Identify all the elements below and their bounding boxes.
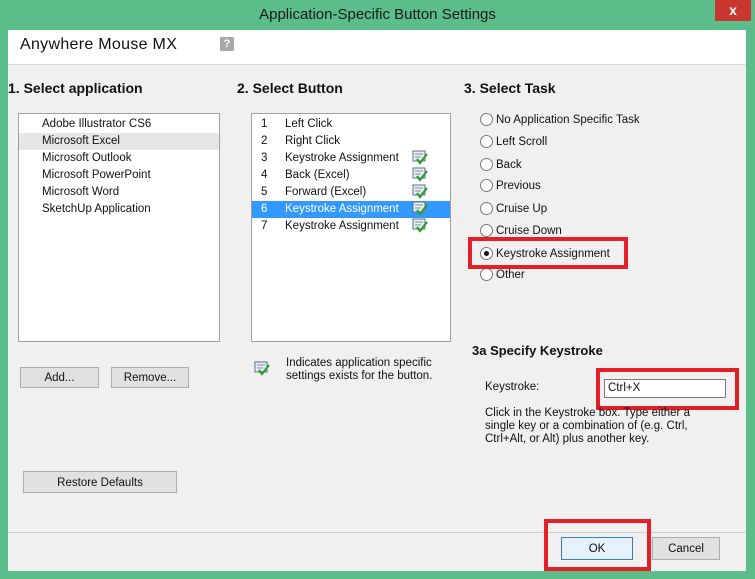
task-option-label: Other [496,269,525,281]
button-number: 4 [261,169,268,181]
button-list[interactable]: 1 Left Click 2 Right Click 3 Keystroke Assign… [251,113,451,342]
application-list[interactable]: Adobe Illustrator CS6 Microsoft Excel Micr… [18,113,220,342]
application-list-item[interactable]: Microsoft Excel [19,133,219,150]
cancel-button[interactable]: Cancel [652,537,720,560]
legend-text-line2: settings exists for the button. [286,370,433,382]
keystroke-help-line3: Ctrl+Alt, or Alt) plus another key. [485,433,650,445]
button-number: 5 [261,186,268,198]
button-label: Right Click [285,135,340,147]
button-label: Keystroke Assignment [285,152,399,164]
select-task-title: 3. Select Task [464,80,556,96]
ok-button-highlight [544,519,651,571]
application-list-item[interactable]: Microsoft Word [19,184,219,201]
button-list-item[interactable]: 2 Right Click [252,133,450,150]
specific-settings-icon [412,184,428,199]
specific-settings-icon [412,167,428,182]
button-label: Forward (Excel) [285,186,367,198]
radio-button[interactable] [480,224,493,237]
button-number: 2 [261,135,268,147]
radio-button[interactable] [480,113,493,126]
keystroke-label: Keystroke: [485,381,540,393]
app-name: Anywhere Mouse MX [20,36,178,53]
keystroke-input-highlight [596,368,739,410]
button-list-item[interactable]: 3 Keystroke Assignment [252,150,450,167]
application-list-item[interactable]: Microsoft Outlook [19,150,219,167]
remove-button[interactable]: Remove... [111,367,189,388]
dialog-client: Anywhere Mouse MX ? 1. Select applicatio… [8,30,746,571]
help-icon[interactable]: ? [220,37,234,51]
task-option-label: Left Scroll [496,136,548,148]
button-list-item[interactable]: 6 Keystroke Assignment [252,201,450,218]
add-button[interactable]: Add... [20,367,99,388]
radio-button[interactable] [480,135,493,148]
select-button-title: 2. Select Button [237,80,343,96]
button-list-item[interactable]: 4 Back (Excel) [252,167,450,184]
task-option-label: Back [496,159,522,171]
button-number: 1 [261,118,268,130]
keystroke-assignment-highlight [468,237,628,269]
dialog-header: Anywhere Mouse MX ? [8,30,746,65]
task-option-label: Cruise Up [496,203,548,215]
button-list-item[interactable]: 7 Keystroke Assignment [252,218,450,235]
application-list-item[interactable]: Microsoft PowerPoint [19,167,219,184]
select-application-title: 1. Select application [8,80,143,96]
button-number: 7 [261,220,268,232]
specific-settings-icon [412,218,428,233]
close-icon: x [729,2,737,18]
button-label: Back (Excel) [285,169,350,181]
specify-keystroke-title: 3a Specify Keystroke [472,343,603,358]
legend-text-line1: Indicates application specific [286,357,432,369]
radio-button[interactable] [480,158,493,171]
radio-button[interactable] [480,179,493,192]
task-option-label: No Application Specific Task [496,114,640,126]
specific-settings-icon [254,361,270,376]
button-label: Keystroke Assignment [285,220,399,232]
application-list-item[interactable]: Adobe Illustrator CS6 [19,116,219,133]
restore-defaults-button[interactable]: Restore Defaults [23,471,177,493]
button-number: 3 [261,152,268,164]
keystroke-help-line1: Click in the Keystroke box. Type either … [485,407,690,419]
button-label: Left Click [285,118,333,130]
button-label: Keystroke Assignment [285,203,399,215]
task-option-label: Previous [496,180,541,192]
specific-settings-icon [412,201,428,216]
keystroke-help-line2: single key or a combination of (e.g. Ctr… [485,420,688,432]
specific-settings-icon [412,150,428,165]
application-list-item[interactable]: SketchUp Application [19,201,219,218]
button-number: 6 [261,203,268,215]
close-button[interactable]: x [715,0,751,21]
button-list-item[interactable]: 5 Forward (Excel) [252,184,450,201]
radio-button[interactable] [480,202,493,215]
radio-button[interactable] [480,268,493,281]
window-title: Application-Specific Button Settings [259,6,496,23]
button-list-item[interactable]: 1 Left Click [252,116,450,133]
